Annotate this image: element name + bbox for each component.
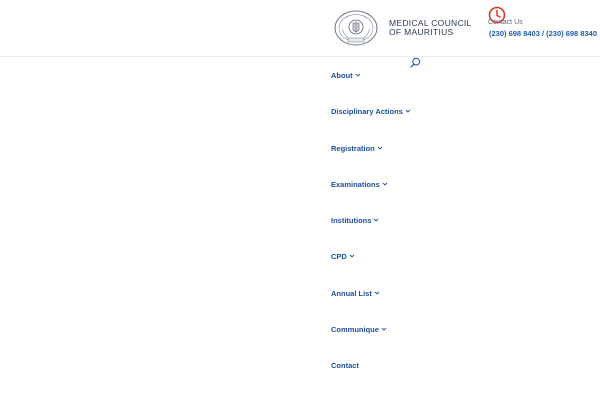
chevron-down-icon — [374, 291, 380, 295]
search-icon[interactable] — [410, 57, 421, 68]
contact-phone-numbers: (230) 698 8403 / (230) 698 8340 — [489, 29, 597, 38]
nav-item-institutions[interactable]: Institutions — [331, 216, 411, 252]
nav-item-label: Examinations — [331, 179, 380, 189]
nav-item-disciplinary-actions[interactable]: Disciplinary Actions — [331, 107, 411, 143]
nav-item-label: Contact — [331, 361, 359, 371]
org-name[interactable]: MEDICAL COUNCIL OF MAURITIUS — [389, 19, 479, 37]
chevron-down-icon — [355, 73, 360, 77]
nav-item-label: About — [331, 71, 353, 80]
nav-item-label: Annual List — [331, 288, 372, 298]
contact-us-link[interactable]: Contact Us — [488, 18, 523, 27]
chevron-down-icon — [381, 327, 387, 331]
nav-item-registration[interactable]: Registration — [331, 144, 411, 180]
chevron-down-icon — [374, 218, 379, 222]
nav-item-communique[interactable]: Communique — [331, 325, 411, 361]
site-header: MEDICAL COUNCIL OF MAURITIUS Contact Us … — [0, 0, 600, 57]
nav-item-cpd[interactable]: CPD — [331, 252, 411, 288]
nav-item-label: Communique — [331, 325, 379, 335]
nav-item-label: Registration — [331, 143, 375, 153]
org-name-line2: OF MAURITIUS — [389, 27, 454, 37]
chevron-down-icon — [349, 255, 355, 259]
chevron-down-icon — [377, 146, 383, 150]
main-nav-menu: About Disciplinary Actions Registration … — [331, 71, 411, 398]
nav-item-label: Institutions — [331, 216, 372, 226]
nav-item-label: CPD — [331, 252, 347, 262]
nav-item-label: Disciplinary Actions — [331, 107, 403, 117]
nav-item-contact[interactable]: Contact — [331, 361, 411, 397]
seal-logo[interactable] — [333, 9, 379, 47]
page: MEDICAL COUNCIL OF MAURITIUS Contact Us … — [0, 0, 600, 400]
nav-item-examinations[interactable]: Examinations — [331, 180, 411, 216]
chevron-down-icon — [405, 109, 411, 113]
nav-item-about[interactable]: About — [331, 71, 411, 107]
nav-item-annual-list[interactable]: Annual List — [331, 289, 411, 325]
chevron-down-icon — [382, 182, 388, 186]
